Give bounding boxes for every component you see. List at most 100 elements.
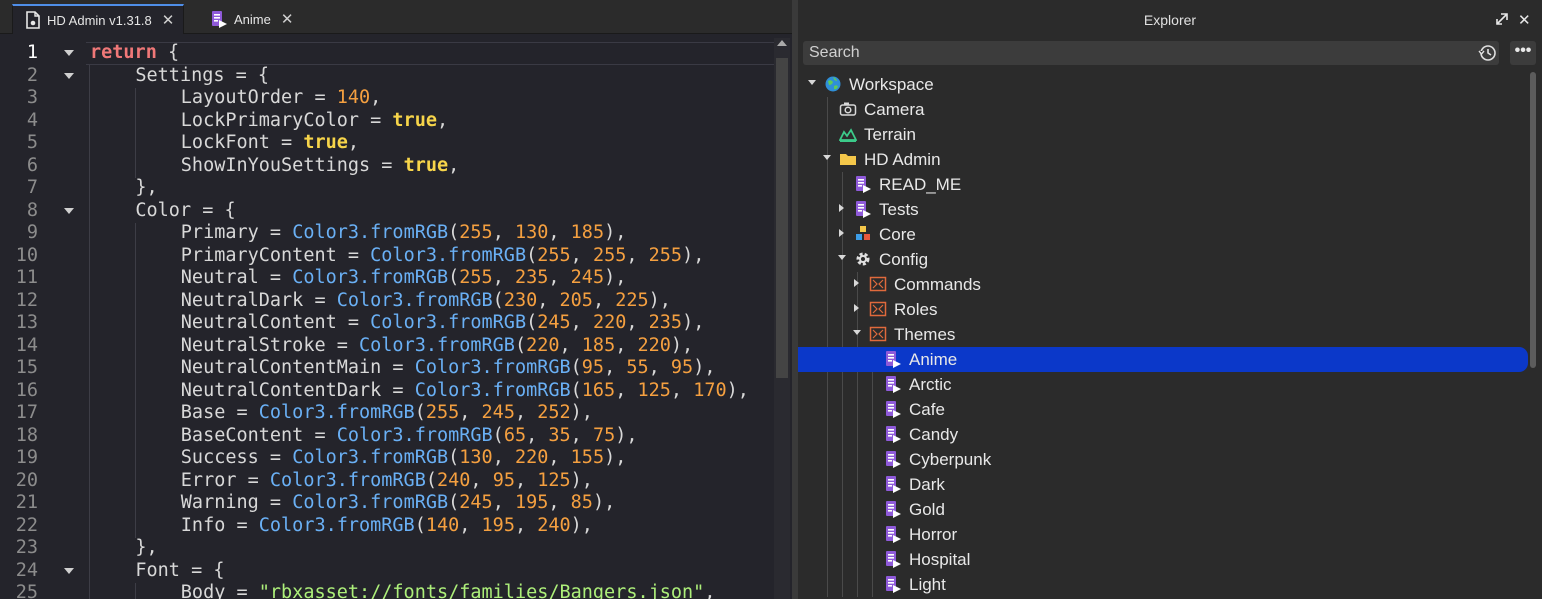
tree-item-read-me[interactable]: READ_ME xyxy=(798,172,1528,197)
gear-icon xyxy=(856,252,870,266)
code-line[interactable]: 8 Color = { xyxy=(0,200,772,223)
code-line[interactable]: 12 NeutralDark = Color3.fromRGB(230, 205,… xyxy=(0,290,772,313)
tree-item-arctic[interactable]: Arctic xyxy=(798,372,1528,397)
script-editor[interactable]: HD Admin v1.31.8 ✕ Anime ✕ 1 return {2 Set… xyxy=(0,0,792,599)
code-token: 140 xyxy=(336,87,371,108)
code-token: 220 xyxy=(526,334,560,356)
search-box[interactable] xyxy=(803,41,1499,65)
fold-arrow-icon[interactable] xyxy=(64,50,74,56)
expand-arrow-icon[interactable] xyxy=(839,204,844,212)
line-number: 2 xyxy=(26,64,38,86)
document-icon xyxy=(26,11,40,29)
collapse-arrow-icon[interactable] xyxy=(853,330,861,335)
code-token: , xyxy=(492,447,515,468)
code-token: NeutralDark = xyxy=(180,289,337,311)
fold-arrow-icon[interactable] xyxy=(64,72,74,79)
code-token: 245 xyxy=(537,312,571,333)
tree-item-hospital[interactable]: Hospital xyxy=(798,547,1528,572)
explorer-scrollbar[interactable] xyxy=(1530,72,1536,368)
close-icon[interactable]: ✕ xyxy=(162,11,175,29)
collapse-arrow-icon[interactable] xyxy=(808,80,816,85)
tree-item-cyberpunk[interactable]: Cyberpunk xyxy=(798,447,1528,472)
tree-item-label: Gold xyxy=(909,500,945,519)
tree-item-workspace[interactable]: Workspace xyxy=(798,72,1528,97)
tree-item-horror[interactable]: Horror xyxy=(798,522,1528,547)
code-line[interactable]: 7}, xyxy=(0,177,772,200)
code-token: , xyxy=(492,267,515,288)
code-token: , xyxy=(615,379,638,401)
tree-item-gold[interactable]: Gold xyxy=(798,497,1528,522)
code-line[interactable]: 15 NeutralContentMain = Color3.fromRGB(95… xyxy=(0,357,772,380)
tree-item-commands[interactable]: Commands xyxy=(798,272,1528,297)
code-line[interactable]: 3 LayoutOrder = 140, xyxy=(0,87,772,110)
code-token: true xyxy=(403,154,449,176)
code-token: 195 xyxy=(481,514,515,536)
tree-item-terrain[interactable]: Terrain xyxy=(798,122,1528,147)
tree-item-label: Arctic xyxy=(909,375,952,394)
code-line[interactable]: 21 Warning = Color3.fromRGB(245, 195, 85)… xyxy=(0,492,772,515)
code-line[interactable]: 1 return { xyxy=(0,42,772,65)
collapse-arrow-icon[interactable] xyxy=(838,255,846,260)
tree-item-hd-admin[interactable]: HD Admin xyxy=(798,147,1528,172)
tree-item-label: Core xyxy=(879,225,916,244)
code-line[interactable]: 20 Error = Color3.fromRGB(240, 95, 125), xyxy=(0,470,772,493)
fold-arrow-icon[interactable] xyxy=(64,567,74,574)
code-line[interactable]: 4 LockPrimaryColor = true, xyxy=(0,110,772,133)
code-line[interactable]: 10 PrimaryContent = Color3.fromRGB(255, 2… xyxy=(0,245,772,268)
tab-hd-admin[interactable]: HD Admin v1.31.8 ✕ xyxy=(12,4,184,34)
close-icon[interactable]: ✕ xyxy=(1518,11,1531,29)
code-line[interactable]: 19 Success = Color3.fromRGB(130, 220, 155… xyxy=(0,447,772,470)
code-token: ( xyxy=(414,402,426,423)
code-line[interactable]: 14 NeutralStroke = Color3.fromRGB(220, 18… xyxy=(0,335,772,358)
line-number: 22 xyxy=(15,514,38,536)
code-line[interactable]: 13 NeutralContent = Color3.fromRGB(245, 2… xyxy=(0,312,772,335)
code-token: 255 xyxy=(648,244,683,266)
code-token: Warning = xyxy=(180,492,293,513)
code-token: 230 xyxy=(503,289,538,311)
code-line[interactable]: 24 Font = { xyxy=(0,560,772,583)
tree-item-light[interactable]: Light xyxy=(798,572,1528,597)
code-token: true xyxy=(303,132,348,153)
tree-item-tests[interactable]: Tests xyxy=(798,197,1528,222)
code-line[interactable]: 17 Base = Color3.fromRGB(255, 245, 252), xyxy=(0,402,772,425)
code-line[interactable]: 18 BaseContent = Color3.fromRGB(65, 35, 7… xyxy=(0,425,772,448)
code-line[interactable]: 25 Body = "rbxasset://fonts/families/Bang… xyxy=(0,582,772,599)
tree-item-roles[interactable]: Roles xyxy=(798,297,1528,322)
scrollbar-thumb[interactable] xyxy=(776,58,788,378)
code-token: 205 xyxy=(559,289,593,311)
editor-scrollbar[interactable] xyxy=(774,38,790,599)
code-line[interactable]: 22 Info = Color3.fromRGB(140, 195, 240), xyxy=(0,515,772,538)
code-line[interactable]: 9 Primary = Color3.fromRGB(255, 130, 185)… xyxy=(0,222,772,245)
fold-arrow-icon[interactable] xyxy=(64,207,74,214)
undock-icon[interactable] xyxy=(1495,12,1509,26)
tree-item-themes[interactable]: Themes xyxy=(798,322,1528,347)
tree-item-camera[interactable]: Camera xyxy=(798,97,1528,122)
expand-arrow-icon[interactable] xyxy=(854,279,859,287)
tree-item-candy[interactable]: Candy xyxy=(798,422,1528,447)
tree-item-anime[interactable]: Anime xyxy=(798,347,1528,372)
code-text: return { xyxy=(90,42,179,65)
code-line[interactable]: 11 Neutral = Color3.fromRGB(255, 235, 245… xyxy=(0,267,772,290)
search-input[interactable] xyxy=(803,41,1469,65)
code-line[interactable]: 6 ShowInYouSettings = true, xyxy=(0,155,772,178)
tree-item-cafe[interactable]: Cafe xyxy=(798,397,1528,422)
code-line[interactable]: 5 LockFont = true, xyxy=(0,132,772,155)
code-token: 255 xyxy=(537,244,571,266)
code-line[interactable]: 2 Settings = { xyxy=(0,65,772,88)
close-icon[interactable]: ✕ xyxy=(281,10,294,28)
collapse-arrow-icon[interactable] xyxy=(823,155,831,160)
history-icon[interactable] xyxy=(1478,43,1498,63)
tree-item-config[interactable]: Config xyxy=(798,247,1528,272)
code-area[interactable]: 1 return {2 Settings = {3 LayoutOrder = 140… xyxy=(0,42,772,599)
tree-item-dark[interactable]: Dark xyxy=(798,472,1528,497)
expand-arrow-icon[interactable] xyxy=(839,229,844,237)
line-number: 15 xyxy=(15,357,38,378)
code-text: NeutralContent = Color3.fromRGB(245, 220… xyxy=(181,312,705,335)
more-options-icon[interactable]: ••• xyxy=(1510,41,1536,65)
code-line[interactable]: 23}, xyxy=(0,537,772,560)
tree-item-core[interactable]: Core xyxy=(798,222,1528,247)
scroll-up-arrow-icon[interactable] xyxy=(777,40,787,46)
tab-anime[interactable]: Anime ✕ xyxy=(196,4,314,34)
code-line[interactable]: 16 NeutralContentDark = Color3.fromRGB(16… xyxy=(0,380,772,403)
expand-arrow-icon[interactable] xyxy=(854,304,859,312)
